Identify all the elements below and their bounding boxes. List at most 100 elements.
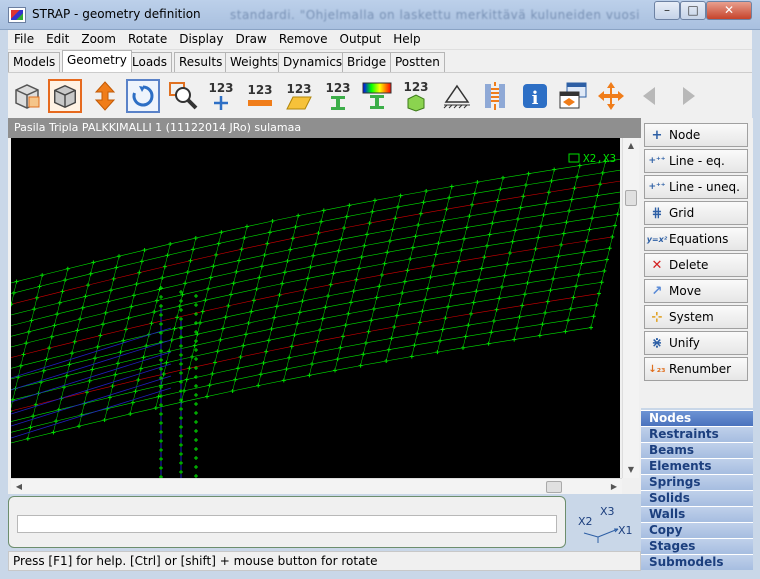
menu-draw[interactable]: Draw: [229, 30, 272, 50]
horizontal-scrollbar[interactable]: ◀ ▶: [11, 478, 622, 494]
beam-icon: [248, 99, 272, 106]
scroll-down-arrow[interactable]: ▼: [623, 462, 639, 478]
line-unequal-icon: +⁺⁺: [648, 182, 666, 192]
menu-bar: File Edit Zoom Rotate Display Draw Remove Outpu…: [8, 30, 752, 50]
scroll-up-arrow[interactable]: ▲: [623, 138, 639, 154]
svg-text:i: i: [532, 88, 539, 109]
menu-output[interactable]: Output: [334, 30, 388, 50]
axis-x3-label: X3: [600, 505, 615, 518]
category-elements[interactable]: Elements: [641, 458, 753, 474]
scroll-right-arrow[interactable]: ▶: [606, 479, 622, 495]
model-mesh[interactable]: [11, 138, 620, 478]
category-beams[interactable]: Beams: [641, 442, 753, 458]
support-icon: [443, 84, 470, 109]
system-command-button[interactable]: ⊹ System: [644, 305, 748, 329]
tab-weights[interactable]: Weights: [225, 52, 284, 72]
menu-file[interactable]: File: [8, 30, 40, 50]
axis-system-icon: ⊹: [651, 309, 663, 325]
i-section-icon: [370, 95, 384, 109]
category-nodes[interactable]: Nodes: [641, 410, 753, 426]
tab-results[interactable]: Results: [174, 52, 228, 72]
delete-command-button[interactable]: ✕ Delete: [644, 253, 748, 277]
solid-view-button[interactable]: [48, 79, 82, 113]
horizontal-scroll-thumb[interactable]: [546, 481, 562, 493]
move-vertical-button[interactable]: [88, 79, 122, 113]
menu-remove[interactable]: Remove: [273, 30, 334, 50]
springs-button[interactable]: [478, 79, 512, 113]
right-arrow-icon: [683, 87, 695, 105]
grid-command-button[interactable]: ⋕ Grid: [644, 201, 748, 225]
category-submodels[interactable]: Submodels: [641, 554, 753, 570]
menu-display[interactable]: Display: [173, 30, 229, 50]
plus-icon: [214, 95, 228, 110]
window-settings-button[interactable]: [556, 79, 590, 113]
menu-rotate[interactable]: Rotate: [122, 30, 173, 50]
app-icon: [8, 7, 26, 23]
scroll-left-arrow[interactable]: ◀: [11, 479, 27, 495]
category-walls[interactable]: Walls: [641, 506, 753, 522]
info-button[interactable]: i: [518, 79, 552, 113]
vertical-arrows-icon: [94, 81, 116, 111]
tab-models[interactable]: Models: [8, 52, 61, 72]
beam-numbers-button[interactable]: 123: [243, 79, 277, 113]
line-uneq-command-button[interactable]: +⁺⁺ Line - uneq.: [644, 175, 748, 199]
tab-loads[interactable]: Loads: [127, 52, 173, 72]
vertical-scrollbar[interactable]: ▲ ▼: [622, 138, 639, 478]
section-numbers-button[interactable]: 123: [321, 79, 355, 113]
command-panel: + Node +⁺⁺ Line - eq. +⁺⁺ Line - uneq. ⋕ Gri…: [641, 118, 753, 408]
pan-button[interactable]: [594, 79, 628, 113]
solid-numbers-button[interactable]: 123: [399, 79, 433, 113]
zoom-window-button[interactable]: [166, 79, 200, 113]
grid-icon: ⋕: [651, 205, 663, 221]
restraints-button[interactable]: [440, 79, 474, 113]
element-numbers-button[interactable]: 123: [282, 79, 316, 113]
axis-x1-label: X1: [618, 524, 633, 537]
renumber-command-button[interactable]: ↓₂₃ Renumber: [644, 357, 748, 381]
vertical-scroll-thumb[interactable]: [625, 190, 637, 206]
node-command-button[interactable]: + Node: [644, 123, 748, 147]
tab-postten[interactable]: Postten: [390, 52, 445, 72]
left-arrow-icon: [643, 87, 655, 105]
move-command-button[interactable]: ↗ Move: [644, 279, 748, 303]
info-icon: i: [523, 84, 547, 109]
category-stages[interactable]: Stages: [641, 538, 753, 554]
previous-button[interactable]: [632, 79, 666, 113]
unify-command-button[interactable]: ⋇ Unify: [644, 331, 748, 355]
node-coordinate-label: X2,X3: [583, 152, 617, 165]
tab-dynamics[interactable]: Dynamics: [278, 52, 348, 72]
maximize-button[interactable]: □: [680, 1, 706, 20]
menu-help[interactable]: Help: [387, 30, 426, 50]
background-window-title: standardi. "Ohjelmalla on laskettu merki…: [230, 8, 640, 22]
command-input[interactable]: [17, 515, 557, 533]
next-button[interactable]: [672, 79, 706, 113]
command-input-area: [8, 496, 566, 548]
tab-bridge[interactable]: Bridge: [342, 52, 392, 72]
close-button[interactable]: ✕: [706, 1, 752, 20]
windows-icon: [559, 82, 587, 109]
category-restraints[interactable]: Restraints: [641, 426, 753, 442]
plus-icon: +: [651, 127, 663, 143]
status-bar: Press [F1] for help. [Ctrl] or [shift] +…: [8, 551, 641, 571]
four-arrows-icon: [598, 82, 624, 110]
category-copy[interactable]: Copy: [641, 522, 753, 538]
tab-bar: Models Geometry Loads Results Weights Dy…: [8, 50, 752, 72]
equations-command-button[interactable]: y=x² Equations: [644, 227, 748, 251]
line-eq-command-button[interactable]: +⁺⁺ Line - eq.: [644, 149, 748, 173]
tab-geometry[interactable]: Geometry: [62, 50, 132, 72]
color-section-button[interactable]: [360, 79, 394, 113]
spring-icon: [485, 82, 505, 110]
minimize-button[interactable]: –: [654, 1, 680, 20]
view-3d-button[interactable]: [10, 79, 44, 113]
refresh-button[interactable]: [126, 79, 160, 113]
menu-zoom[interactable]: Zoom: [75, 30, 122, 50]
move-arrow-icon: ↗: [651, 283, 663, 299]
renumber-icon: ↓₂₃: [648, 363, 666, 375]
i-section-icon: [331, 95, 345, 110]
category-solids[interactable]: Solids: [641, 490, 753, 506]
axis-x2-label: X2: [578, 515, 593, 528]
model-canvas[interactable]: X2,X3: [11, 138, 620, 478]
node-numbers-button[interactable]: 123: [204, 79, 238, 113]
category-springs[interactable]: Springs: [641, 474, 753, 490]
menu-edit[interactable]: Edit: [40, 30, 75, 50]
graphics-window: Pasila Tripla PALKKIMALLI 1 (11122014 JR…: [8, 118, 641, 494]
